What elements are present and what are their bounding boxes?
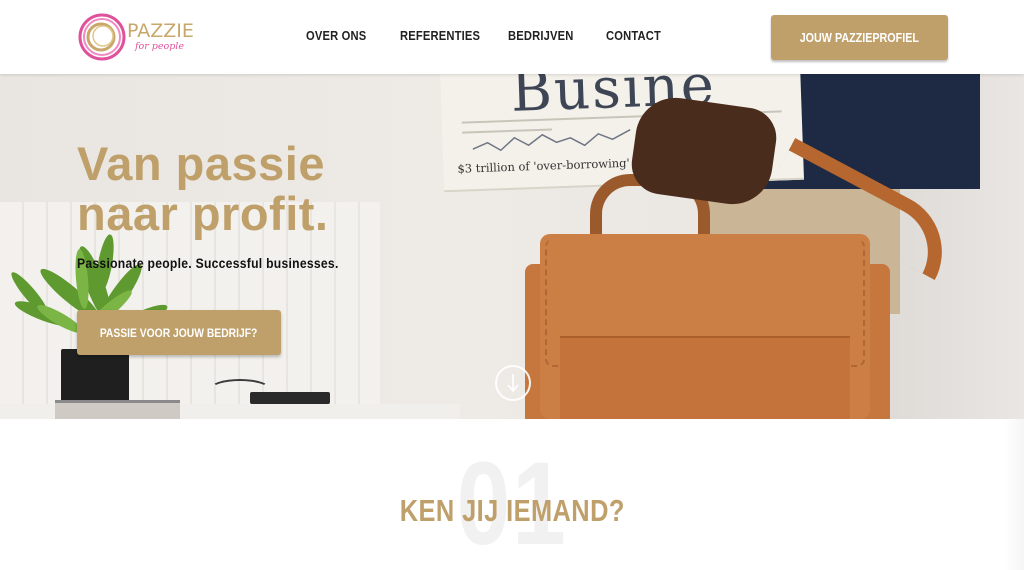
pazzie-logo[interactable]: PAZZIE for people	[77, 12, 197, 62]
section-title: KEN JIJ IEMAND?	[0, 493, 1024, 529]
hero-title: Van passie naar profit.	[77, 139, 328, 239]
nav-item-referenties[interactable]: REFERENTIES	[400, 28, 480, 43]
person-hand	[627, 92, 781, 210]
newspaper-chart-icon	[472, 129, 631, 152]
section-title-text: KEN JIJ IEMAND?	[399, 493, 625, 528]
arrow-down-circle-icon	[507, 374, 519, 393]
nav-item-contact[interactable]: CONTACT	[606, 28, 661, 43]
hero-title-line2: naar profit.	[77, 187, 329, 240]
hero-banner: Busine $3 trillion of 'over-borrowing' r…	[0, 74, 1024, 419]
hero-subtitle: Passionate people. Successful businesses…	[77, 256, 339, 271]
phone-on-desk	[250, 392, 330, 404]
passie-bedrijf-button-label: PASSIE VOOR JOUW BEDRIJF?	[100, 325, 258, 340]
logo-wordmark: PAZZIE	[127, 20, 194, 42]
ken-jij-iemand-section: 01 KEN JIJ IEMAND?	[0, 419, 1024, 570]
pazzieprofiel-button-label: JOUW PAZZIEPROFIEL	[799, 30, 920, 45]
logo-tagline: for people	[135, 41, 184, 52]
ring-logo-icon	[78, 13, 126, 61]
nav-item-over-ons[interactable]: OVER ONS	[306, 28, 366, 43]
nav-item-bedrijven[interactable]: BEDRIJVEN	[508, 28, 574, 43]
site-header: PAZZIE for people OVER ONS REFERENTIES B…	[0, 0, 1024, 74]
scroll-down-button[interactable]	[495, 365, 531, 401]
passie-bedrijf-button[interactable]: PASSIE VOOR JOUW BEDRIJF?	[77, 310, 281, 355]
pazzieprofiel-button[interactable]: JOUW PAZZIEPROFIEL	[771, 15, 948, 60]
page-shadow-edge	[1004, 419, 1024, 570]
book-on-desk	[55, 400, 180, 419]
hero-title-line1: Van passie	[77, 137, 325, 190]
bag-pocket	[560, 336, 850, 419]
